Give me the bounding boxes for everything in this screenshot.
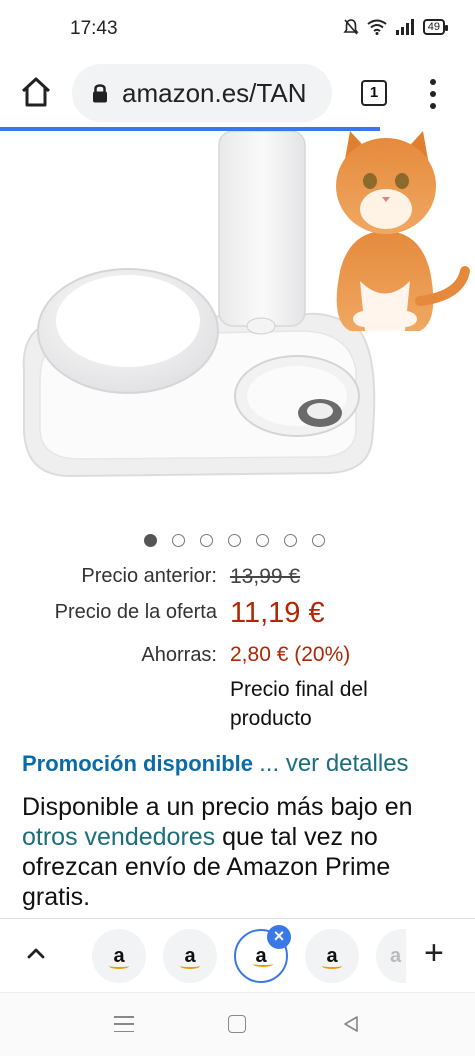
- product-image[interactable]: [0, 131, 475, 521]
- other-sellers-link[interactable]: otros vendedores: [22, 823, 215, 851]
- system-nav-bar: [0, 992, 475, 1056]
- offer-price-label: Precio de la oferta: [54, 601, 217, 623]
- status-time: 17:43: [70, 18, 118, 39]
- home-square-icon[interactable]: [228, 1015, 246, 1033]
- amazon-smile-icon: [109, 963, 129, 969]
- tab-strip: a a a × a a +: [0, 918, 475, 992]
- battery-icon: 49: [422, 19, 449, 35]
- savings-label: Ahorras:: [141, 644, 217, 666]
- status-bar: 17:43 49: [0, 0, 475, 58]
- tab-chip[interactable]: a: [376, 929, 406, 983]
- home-icon[interactable]: [18, 74, 54, 110]
- amazon-smile-icon: [180, 963, 200, 969]
- carousel-dot[interactable]: [312, 534, 325, 547]
- tab-chip-label: a: [390, 944, 402, 967]
- chevron-up-icon[interactable]: [26, 943, 46, 963]
- final-price-note-line1: Precio final del: [230, 678, 368, 701]
- amazon-smile-icon: [322, 963, 342, 969]
- more-vert-icon[interactable]: [424, 76, 442, 112]
- availability-text: Disponible a un precio más bajo en otros…: [22, 792, 462, 912]
- carousel-dot[interactable]: [228, 534, 241, 547]
- tab-chip[interactable]: a: [163, 929, 217, 983]
- carousel-dot[interactable]: [200, 534, 213, 547]
- promotion-title: Promoción disponible: [22, 751, 254, 776]
- url-bar[interactable]: amazon.es/TAN: [72, 64, 332, 122]
- carousel-dot[interactable]: [144, 534, 157, 547]
- bell-muted-icon: [343, 19, 359, 35]
- lock-icon: [93, 84, 107, 103]
- close-icon[interactable]: ×: [267, 925, 291, 949]
- previous-price-value: 13,99 €: [230, 565, 301, 588]
- final-price-note-line2: producto: [230, 707, 312, 730]
- carousel-dot[interactable]: [256, 534, 269, 547]
- image-carousel-dots[interactable]: [144, 534, 325, 547]
- carousel-dot[interactable]: [172, 534, 185, 547]
- url-text: amazon.es/TAN: [122, 77, 307, 108]
- promotion-row[interactable]: Promoción disponible ... ver detalles: [22, 750, 409, 778]
- status-icons: 49: [343, 18, 449, 36]
- menu-icon[interactable]: [114, 1016, 134, 1032]
- promotion-details-link[interactable]: ... ver detalles: [259, 750, 408, 777]
- savings-value: 2,80 € (20%): [230, 643, 351, 666]
- availability-text-before: Disponible a un precio más bajo en: [22, 793, 413, 821]
- carousel-dot[interactable]: [284, 534, 297, 547]
- tab-chip[interactable]: a: [92, 929, 146, 983]
- amazon-smile-icon: [253, 961, 273, 967]
- wifi-icon: [367, 19, 387, 35]
- tab-switcher-icon[interactable]: 1: [361, 80, 387, 106]
- plus-icon[interactable]: +: [424, 935, 444, 971]
- back-triangle-icon[interactable]: [342, 1015, 360, 1033]
- tab-chip[interactable]: a: [305, 929, 359, 983]
- offer-price-value: 11,19 €: [230, 597, 325, 629]
- previous-price-label: Precio anterior:: [81, 565, 217, 587]
- browser-toolbar: amazon.es/TAN 1: [0, 58, 475, 128]
- signal-icon: [395, 19, 414, 35]
